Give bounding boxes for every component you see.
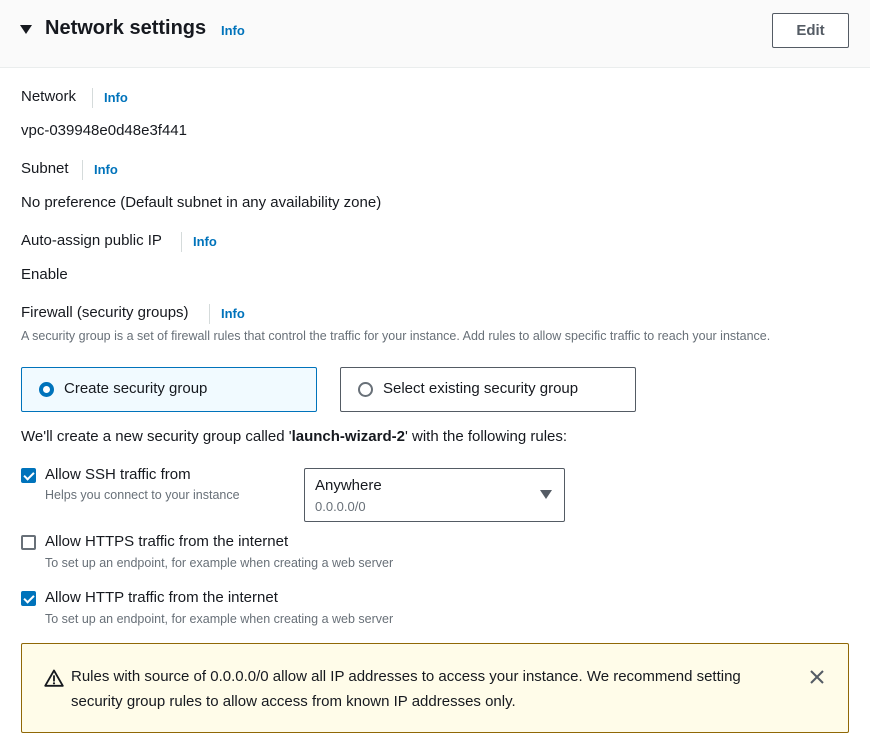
- firewall-label: Firewall (security groups): [21, 304, 189, 321]
- section-title: Network settings: [45, 17, 207, 39]
- radio-selected-icon[interactable]: [39, 382, 54, 397]
- public-ip-value: Enable: [21, 266, 68, 283]
- ssh-rule-description: Helps you connect to your instance: [45, 488, 240, 502]
- ssh-checkbox[interactable]: [21, 468, 36, 483]
- subnet-label: Subnet: [21, 160, 69, 177]
- caret-down-icon[interactable]: [540, 490, 552, 499]
- security-group-statement: We'll create a new security group called…: [21, 428, 568, 445]
- firewall-description: A security group is a set of firewall ru…: [21, 329, 771, 343]
- network-label: Network: [21, 88, 77, 105]
- subnet-value: No preference (Default subnet in any ava…: [21, 194, 382, 211]
- radio-unselected-icon[interactable]: [358, 382, 373, 397]
- close-icon[interactable]: [806, 666, 828, 688]
- create-security-group-option[interactable]: Create security group: [21, 367, 317, 412]
- http-rule-description: To set up an endpoint, for example when …: [45, 612, 394, 626]
- select-existing-security-group-option[interactable]: Select existing security group: [340, 367, 636, 412]
- public-ip-label: Auto-assign public IP: [21, 232, 162, 249]
- subnet-info-link[interactable]: Info: [82, 160, 118, 180]
- network-info-link[interactable]: Info: [92, 88, 128, 108]
- warning-text: Rules with source of 0.0.0.0/0 allow all…: [71, 668, 741, 710]
- ssh-source-value: Anywhere: [315, 477, 382, 494]
- security-group-name: launch-wizard-2: [291, 428, 405, 445]
- public-ip-info-link[interactable]: Info: [181, 232, 217, 252]
- ssh-rule-label: Allow SSH traffic from: [45, 466, 191, 483]
- warning-alert: Rules with source of 0.0.0.0/0 allow all…: [21, 643, 849, 733]
- section-header: Network settings Info Edit: [0, 0, 870, 68]
- network-value: vpc-039948e0d48e3f441: [21, 122, 187, 139]
- edit-button[interactable]: Edit: [772, 13, 849, 48]
- create-security-group-label: Create security group: [64, 380, 208, 397]
- http-rule-label: Allow HTTP traffic from the internet: [45, 589, 278, 606]
- ssh-source-select[interactable]: Anywhere 0.0.0.0/0: [304, 468, 565, 522]
- warning-icon: [44, 669, 64, 687]
- caret-down-icon[interactable]: [20, 25, 32, 34]
- select-existing-security-group-label: Select existing security group: [383, 380, 579, 397]
- https-rule-description: To set up an endpoint, for example when …: [45, 556, 394, 570]
- http-checkbox[interactable]: [21, 591, 36, 606]
- https-checkbox[interactable]: [21, 535, 36, 550]
- ssh-source-cidr: 0.0.0.0/0: [315, 499, 366, 514]
- firewall-info-link[interactable]: Info: [209, 304, 245, 324]
- header-info-link[interactable]: Info: [221, 23, 245, 38]
- https-rule-label: Allow HTTPS traffic from the internet: [45, 533, 289, 550]
